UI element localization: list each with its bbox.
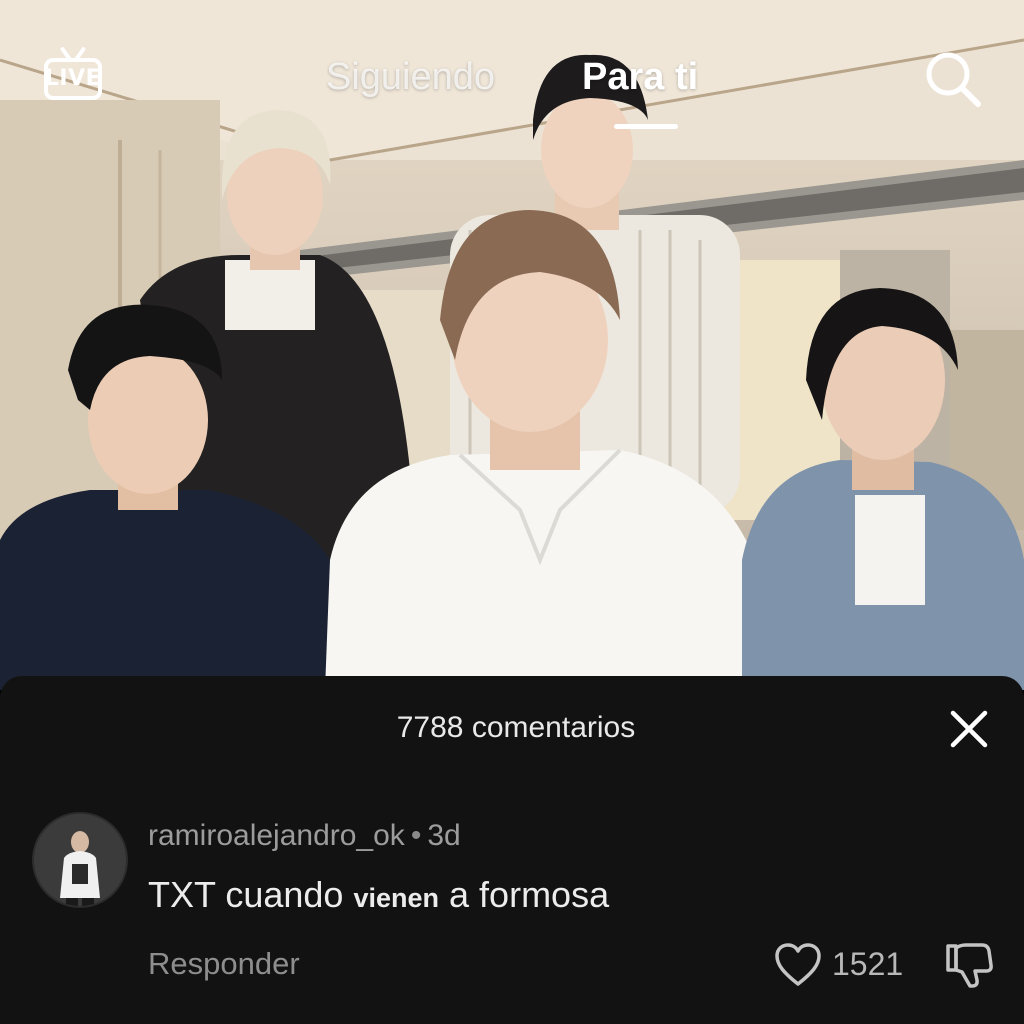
close-comments-button[interactable] <box>948 708 990 750</box>
thumbs-down-icon <box>946 943 993 988</box>
tab-following[interactable]: Siguiendo <box>326 54 495 100</box>
top-navigation: LIVE Siguiendo Para ti <box>0 0 1024 150</box>
avatar-image <box>34 814 126 906</box>
comment-text-part1: TXT cuando <box>148 874 344 915</box>
avatar[interactable] <box>32 812 128 908</box>
comment-age: 3d <box>427 819 461 852</box>
live-button[interactable]: LIVE <box>40 44 106 108</box>
meta-separator: • <box>410 819 422 852</box>
live-label: LIVE <box>44 66 102 91</box>
comment-text-bold: vienen <box>353 883 440 913</box>
reply-button[interactable]: Responder <box>148 944 300 984</box>
close-icon <box>950 710 988 748</box>
heart-icon <box>775 943 821 986</box>
comment-author[interactable]: ramiroalejandro_ok • 3d <box>148 816 461 856</box>
dislike-button[interactable] <box>944 940 994 990</box>
like-button[interactable] <box>774 942 822 988</box>
active-tab-indicator <box>614 124 678 129</box>
search-button[interactable] <box>920 46 986 112</box>
search-icon <box>926 52 981 107</box>
comment-text: TXT cuando vienen a formosa <box>148 872 609 921</box>
comment-text-part2: a formosa <box>449 874 610 915</box>
tab-for-you[interactable]: Para ti <box>582 54 698 100</box>
like-count: 1521 <box>832 946 904 982</box>
comments-count-title: 7788 comentarios <box>396 711 636 744</box>
username[interactable]: ramiroalejandro_ok <box>148 819 405 852</box>
